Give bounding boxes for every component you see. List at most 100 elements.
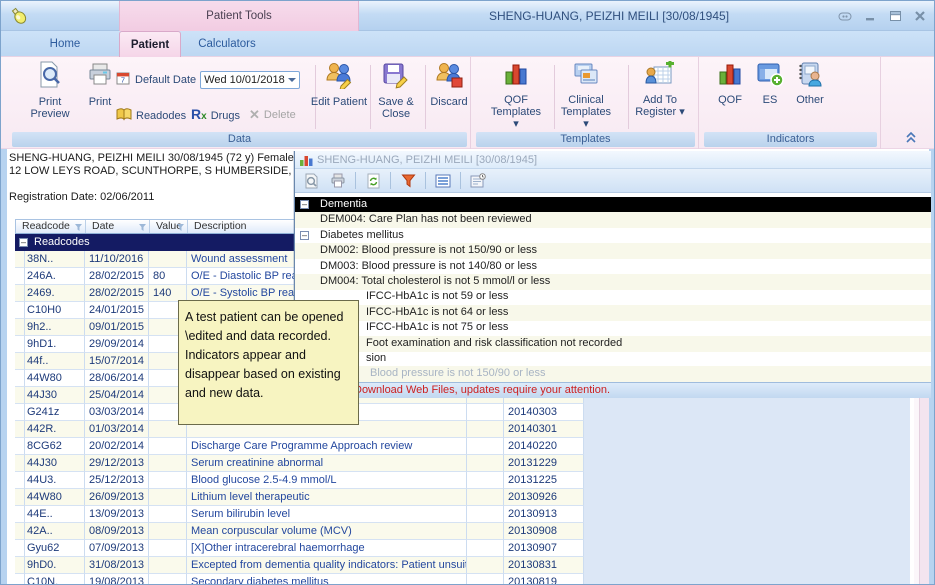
cell-num: 20140301 [504,421,584,438]
cell-value [149,506,187,523]
maximize-icon[interactable] [887,9,903,22]
window-position-icon[interactable] [837,9,853,22]
cell-num: 20130831 [504,557,584,574]
print-icon[interactable] [328,171,348,190]
default-date-dropdown[interactable]: Wed 10/01/2018 [200,71,300,89]
cell-value: 80 [149,268,187,285]
cell-date: 08/09/2013 [85,523,149,540]
edit-patient-button[interactable]: Edit Patient [310,61,368,108]
table-row[interactable]: 44J3029/12/2013Serum creatinine abnormal… [15,455,914,472]
tree-group-row[interactable]: –Diabetes mellitus [295,228,931,244]
cell-desc: Secondary diabetes mellitus [187,574,467,585]
tree-indicator-row[interactable]: IFCC-HbA1c is not 75 or less [295,320,931,336]
table-row[interactable]: Gyu6207/09/2013[X]Other intracerebral ha… [15,540,914,557]
tree-indicator-row[interactable]: Blood pressure is not 150/90 or less [295,366,931,382]
cell-value [149,251,187,268]
cell-num: 20131229 [504,455,584,472]
cell-extra [467,506,504,523]
table-row[interactable]: 44E..13/09/2013Serum bilirubin level2013… [15,506,914,523]
cell-date: 15/07/2014 [85,353,149,370]
window-controls [837,9,928,22]
cell-extra [467,455,504,472]
cell-extra [467,472,504,489]
cell-date: 11/10/2016 [85,251,149,268]
table-row[interactable]: 42A..08/09/2013Mean corpuscular volume (… [15,523,914,540]
tree-indicator-row[interactable]: DEM004: Care Plan has not been reviewed [295,212,931,228]
delete-x-icon: ✕ [249,107,260,123]
tree-row-label: DM004: Total cholesterol is not 5 mmol/l… [320,274,550,289]
column-header-readcode[interactable]: Readcode [16,220,86,233]
tab-home[interactable]: Home [29,31,101,57]
indicators-child-window: SHENG-HUANG, PEIZHI MEILI [30/08/1945] [294,151,930,398]
cell-code: G241z [25,404,85,421]
print-preview-icon[interactable] [301,171,321,190]
tree-indicator-row[interactable]: Foot examination and risk classification… [295,336,931,352]
readcodes-button[interactable]: Readodes [116,107,186,124]
tree-group-row[interactable]: – Dementia [295,197,931,213]
minimize-icon[interactable] [862,9,878,22]
filter-funnel-icon[interactable] [398,171,418,190]
table-row[interactable]: 44U3.25/12/2013Blood glucose 2.5-4.9 mmo… [15,472,914,489]
tree-indicator-row[interactable]: DM004: Total cholesterol is not 5 mmol/l… [295,274,931,290]
tree-indicator-row[interactable]: DM003: Blood pressure is not 140/80 or l… [295,259,931,275]
cell-value [149,574,187,585]
tree-row-label: DM003: Blood pressure is not 140/80 or l… [320,259,537,274]
tree-row-label: IFCC-HbA1c is not 64 or less [366,305,508,320]
table-row[interactable]: 8CG6220/02/2014Discharge Care Programme … [15,438,914,455]
collapse-expander-icon[interactable]: – [300,200,309,209]
row-gutter [15,268,25,285]
save-close-button[interactable]: Save & Close [367,61,425,120]
tree-row-label: Dementia [320,197,367,212]
help-tooltip: A test patient can be opened \edited and… [178,300,359,425]
delete-button[interactable]: ✕ Delete [249,107,296,123]
collapse-expander-icon[interactable]: – [300,231,309,240]
table-row[interactable]: 442R.01/03/201420140301 [15,421,914,438]
cell-code: 44J30 [25,387,85,404]
column-header-value[interactable]: Value [150,220,188,233]
bar-chart-icon [503,61,529,89]
tab-patient[interactable]: Patient [119,31,181,57]
tree-indicator-row[interactable]: IFCC-HbA1c is not 59 or less [295,289,931,305]
collapse-ribbon-icon[interactable] [904,131,922,144]
table-row[interactable]: 44W8026/09/2013Lithium level therapeutic… [15,489,914,506]
cell-date: 20/02/2014 [85,438,149,455]
row-filler [584,421,910,438]
cell-code: 44W80 [25,489,85,506]
row-gutter [15,540,25,557]
edit-patient-icon [324,61,354,89]
tree-indicator-row[interactable]: sion [295,351,931,367]
discard-button[interactable]: Discard [420,61,478,108]
cell-value [149,540,187,557]
print-preview-icon [37,61,63,89]
tree-indicator-row[interactable]: IFCC-HbA1c is not 64 or less [295,305,931,321]
table-row[interactable]: G241z03/03/201420140303 [15,404,914,421]
close-icon[interactable] [912,9,928,22]
other-indicator-button[interactable]: Other [781,61,839,106]
cell-date: 01/03/2014 [85,421,149,438]
cell-date: 31/08/2013 [85,557,149,574]
qof-templates-button[interactable]: QOF Templates ▾ [487,61,545,130]
table-row[interactable]: C10N.19/08/2013Secondary diabetes mellit… [15,574,914,585]
row-gutter [15,370,25,387]
form-settings-icon[interactable] [468,171,488,190]
collapse-expander-icon[interactable]: – [19,238,28,247]
window-frame-left [1,149,7,585]
tab-calculators[interactable]: Calculators [181,31,273,57]
notification-bar: Download Web Files, updates require your… [295,382,931,398]
row-filler [584,472,910,489]
list-view-icon[interactable] [433,171,453,190]
app-icon[interactable] [9,6,29,31]
drugs-button[interactable]: Rx Drugs [191,107,240,124]
add-to-register-button[interactable]: Add To Register ▾ [631,61,689,118]
cell-code: 8CG62 [25,438,85,455]
refresh-icon[interactable] [363,171,383,190]
ribbon: Print Preview Print 7 Default Date Wed 1… [1,57,935,149]
tree-indicator-row[interactable]: DM002: Blood pressure is not 150/90 or l… [295,243,931,259]
tree-row-label: Foot examination and risk classification… [366,336,622,351]
table-row[interactable]: 9hD0.31/08/2013Excepted from dementia qu… [15,557,914,574]
row-gutter [15,404,25,421]
column-header-date[interactable]: Date [86,220,150,233]
indicators-tree: – DementiaDEM004: Care Plan has not been … [295,193,931,382]
clinical-templates-button[interactable]: Clinical Templates ▾ [557,61,615,130]
row-gutter [15,506,25,523]
